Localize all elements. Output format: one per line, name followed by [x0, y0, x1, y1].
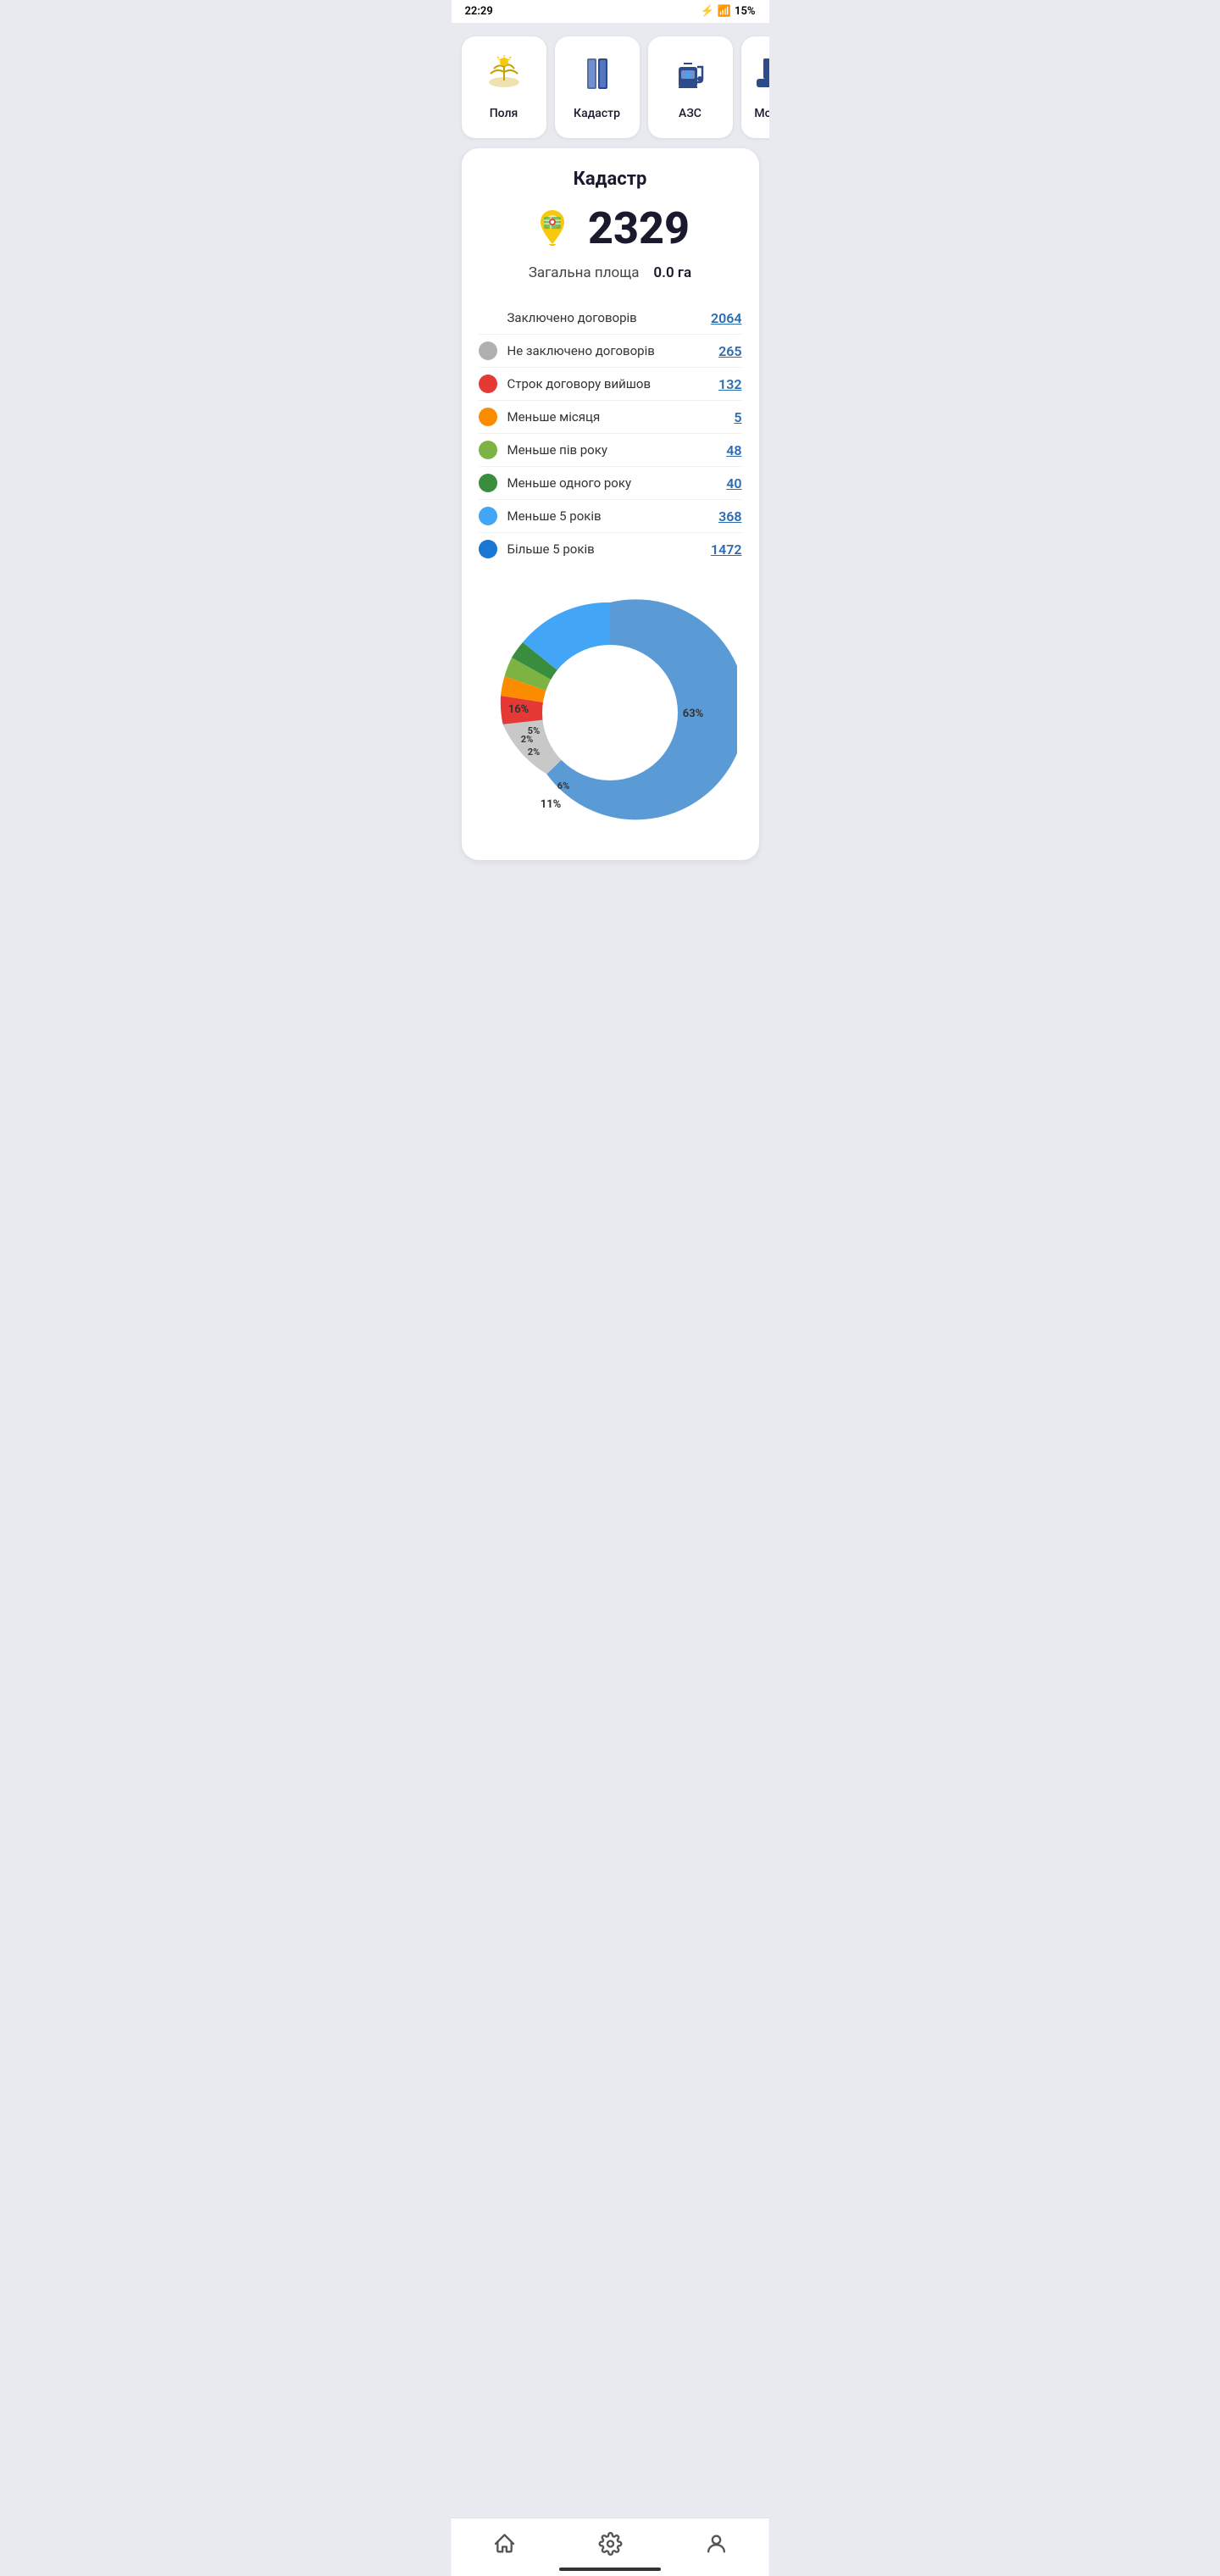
stat-row-expired: Строк договору вийшов 132 — [479, 368, 742, 401]
stat-value-less-year[interactable]: 40 — [726, 475, 741, 491]
nav-home[interactable] — [475, 2529, 533, 2559]
battery-icon: 15% — [735, 5, 755, 18]
area-value: 0.0 га — [653, 264, 691, 281]
home-indicator — [559, 2568, 661, 2571]
stat-dot-concluded — [479, 308, 497, 327]
stat-label-more-5years: Більше 5 років — [507, 541, 711, 557]
fields-icon — [485, 55, 523, 100]
total-count: 2329 — [588, 207, 690, 251]
mop-label: Мон — [754, 107, 768, 120]
status-icons: ⚡ 📶 15% — [701, 5, 756, 18]
home-icon — [492, 2532, 516, 2556]
nav-card-fields[interactable]: Поля — [462, 36, 546, 138]
signal-icon: 📶 — [718, 5, 731, 18]
stat-dot-less-month — [479, 408, 497, 426]
stat-value-not-concluded[interactable]: 265 — [718, 343, 741, 359]
stat-row-concluded: Заключено договорів 2064 — [479, 302, 742, 335]
donut-chart-svg: 63% 11% 16% 6% 2% 2% 5% — [483, 586, 737, 840]
stat-row-less-half-year: Меньше пів року 48 — [479, 434, 742, 467]
area-row: Загальна площа 0.0 га — [479, 264, 742, 281]
fields-label: Поля — [490, 107, 518, 120]
label-less-year: 5% — [528, 725, 540, 736]
gas-icon — [672, 55, 709, 100]
top-nav-cards: Поля Кадастр — [452, 23, 769, 148]
stat-label-concluded: Заключено договорів — [507, 310, 711, 325]
label-expired: 6% — [557, 780, 569, 791]
stat-label-less-5years: Меньше 5 років — [507, 508, 719, 524]
stat-dot-less-5years — [479, 507, 497, 525]
stat-value-less-month[interactable]: 5 — [734, 409, 741, 425]
stat-label-not-concluded: Не заключено договорів — [507, 343, 719, 358]
label-less-month: 2% — [528, 747, 540, 758]
status-time: 22:29 — [465, 5, 493, 18]
total-row: 2329 — [479, 207, 742, 251]
nav-settings[interactable] — [581, 2529, 639, 2559]
stat-value-concluded[interactable]: 2064 — [711, 310, 742, 326]
nav-card-gas[interactable]: АЗС — [648, 36, 733, 138]
stat-dot-expired — [479, 375, 497, 393]
cadastre-label: Кадастр — [574, 107, 620, 120]
bluetooth-icon: ⚡ — [701, 5, 714, 18]
donut-chart: 63% 11% 16% 6% 2% 2% 5% — [479, 586, 742, 840]
mop-icon — [748, 55, 769, 100]
nav-card-mop[interactable]: Мон — [741, 36, 769, 138]
main-card: Кадастр 2329 Загальна площа 0.0 га — [462, 148, 759, 860]
map-pin-icon — [530, 207, 574, 251]
time-display: 22:29 — [465, 5, 493, 18]
profile-icon — [704, 2532, 728, 2556]
stat-label-expired: Строк договору вийшов — [507, 376, 719, 391]
stat-row-less-5years: Меньше 5 років 368 — [479, 500, 742, 533]
nav-profile[interactable] — [687, 2529, 745, 2559]
stat-dot-less-year — [479, 474, 497, 492]
cadastre-icon — [579, 55, 616, 100]
stat-label-less-half-year: Меньше пів року — [507, 442, 727, 458]
stat-value-less-half-year[interactable]: 48 — [726, 442, 741, 458]
label-less-5years: 16% — [508, 703, 530, 716]
settings-icon — [598, 2532, 622, 2556]
label-not-concluded: 11% — [541, 798, 562, 811]
stat-dot-not-concluded — [479, 341, 497, 360]
stat-label-less-month: Меньше місяця — [507, 409, 735, 425]
stat-row-less-month: Меньше місяця 5 — [479, 401, 742, 434]
stat-row-not-concluded: Не заключено договорів 265 — [479, 335, 742, 368]
stat-value-less-5years[interactable]: 368 — [718, 508, 741, 525]
label-more-5years: 63% — [683, 708, 704, 720]
donut-hole — [542, 645, 678, 780]
gas-label: АЗС — [679, 107, 702, 120]
stat-row-more-5years: Більше 5 років 1472 — [479, 533, 742, 565]
stats-list: Заключено договорів 2064 Не заключено до… — [479, 302, 742, 565]
stat-row-less-year: Меньше одного року 40 — [479, 467, 742, 500]
nav-card-cadastre[interactable]: Кадастр — [555, 36, 640, 138]
stat-value-more-5years[interactable]: 1472 — [711, 541, 742, 558]
stat-dot-less-half-year — [479, 441, 497, 459]
area-label: Загальна площа — [529, 264, 640, 281]
stat-label-less-year: Меньше одного року — [507, 475, 727, 491]
card-title: Кадастр — [479, 169, 742, 190]
stat-value-expired[interactable]: 132 — [718, 376, 741, 392]
stat-dot-more-5years — [479, 540, 497, 558]
status-bar: 22:29 ⚡ 📶 15% — [452, 0, 769, 23]
